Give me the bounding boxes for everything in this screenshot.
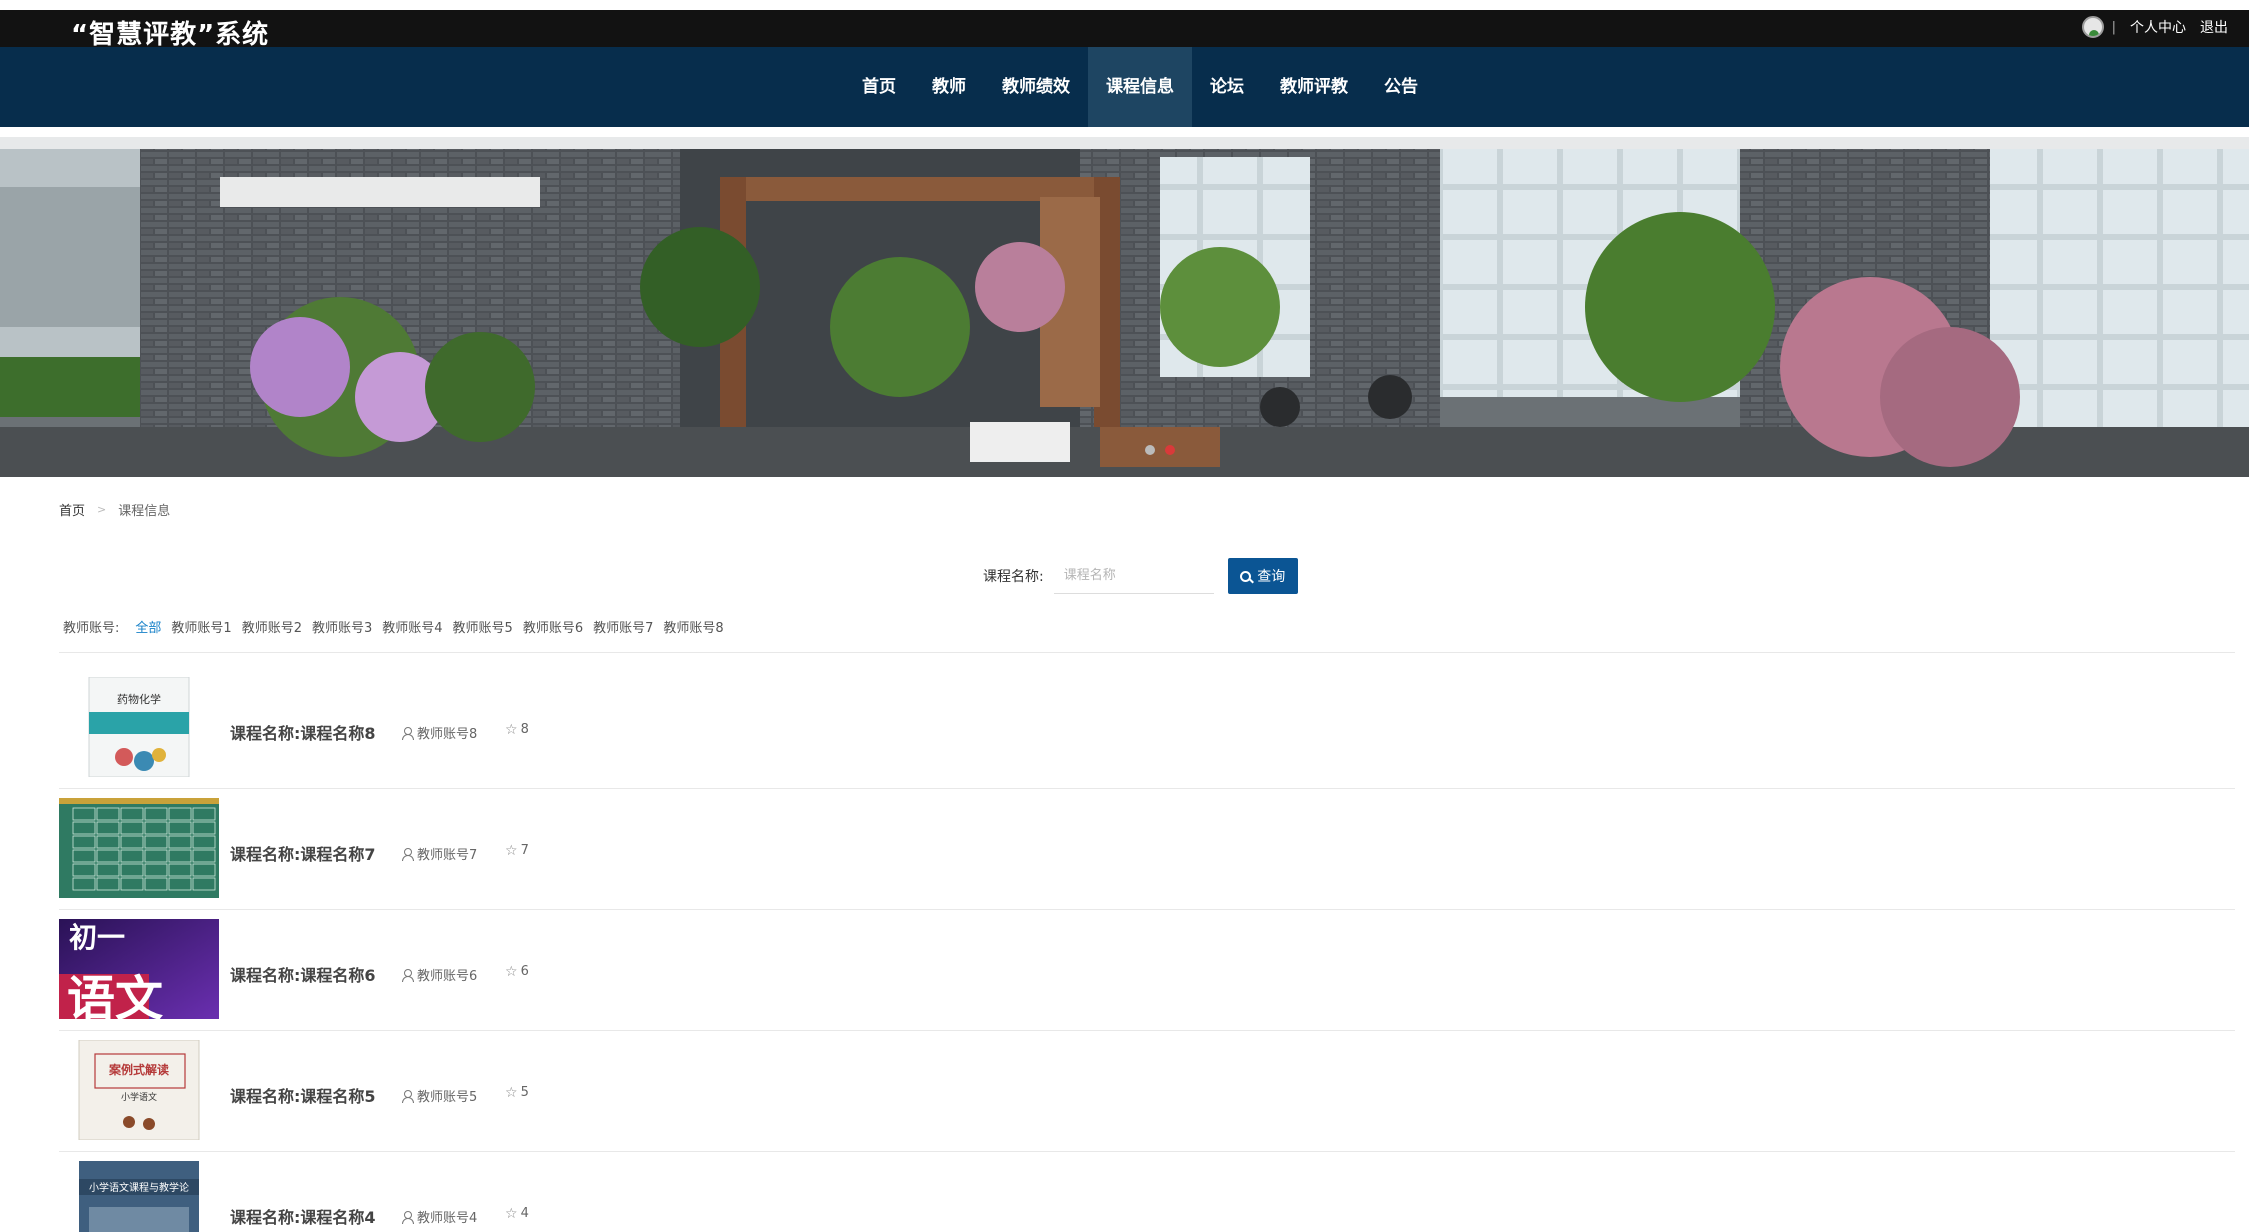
filter-option[interactable]: 全部 [135,617,161,636]
search-icon [1240,570,1252,582]
filter-option[interactable]: 教师账号4 [382,617,442,636]
person-icon [402,726,414,740]
course-thumbnail[interactable]: 案例式解读 小学语文 [59,1040,219,1140]
logout-link[interactable]: 退出 [2200,17,2228,37]
course-teacher-label: 教师账号8 [417,727,478,742]
course-thumbnail[interactable] [59,798,219,898]
course-teacher: 教师账号5 [402,1086,477,1105]
personal-center-link[interactable]: 个人中心 [2130,17,2186,37]
main-nav: 首页 教师 教师绩效 课程信息 论坛 教师评教 公告 [0,47,2249,127]
course-score: ☆ 8 [505,722,529,737]
person-icon [402,1210,414,1224]
course-name-search-input[interactable] [1053,558,1214,594]
filter-option[interactable]: 教师账号1 [171,617,231,636]
nav-list: 首页 教师 教师绩效 课程信息 论坛 教师评教 公告 [844,47,1436,127]
breadcrumb-current: 课程信息 [118,504,171,519]
filter-option[interactable]: 教师账号3 [312,617,372,636]
search-bar: 课程名称: 查询 [983,558,1298,594]
banner-courtyard-illustration [0,137,2249,477]
course-row[interactable]: 案例式解读 小学语文 课程名称:课程名称5 教师账号5 ☆ 5 [59,1031,2235,1152]
breadcrumb: 首页 > 课程信息 [59,500,170,519]
filter-option[interactable]: 教师账号7 [593,617,653,636]
user-area: | 个人中心 退出 [2081,16,2228,38]
course-score: ☆ 6 [505,964,529,979]
nav-item[interactable]: 教师评教 [1262,47,1366,127]
nav-item[interactable]: 课程信息 [1088,47,1192,127]
course-teacher-label: 教师账号6 [417,969,478,984]
nav-item[interactable]: 公告 [1366,47,1436,127]
search-label: 课程名称: [983,569,1044,585]
breadcrumb-separator: > [97,503,107,516]
search-button[interactable]: 查询 [1227,558,1298,594]
course-title[interactable]: 课程名称:课程名称4 [230,1204,376,1228]
course-thumbnail[interactable]: 药物化学 [59,677,219,777]
nav-item[interactable]: 论坛 [1192,47,1262,127]
course-title[interactable]: 课程名称:课程名称7 [230,841,376,865]
svg-text:药物化学: 药物化学 [117,692,161,706]
nav-item[interactable]: 首页 [844,47,914,127]
course-title[interactable]: 课程名称:课程名称5 [230,1083,376,1107]
course-teacher: 教师账号7 [402,844,477,863]
search-button-label: 查询 [1257,569,1286,585]
person-icon [402,968,414,982]
breadcrumb-home[interactable]: 首页 [59,500,85,519]
course-score-value: 4 [520,1206,529,1221]
course-thumbnail[interactable]: 初一 语文 [59,919,219,1019]
course-title[interactable]: 课程名称:课程名称8 [230,720,376,744]
star-icon: ☆ [505,721,518,738]
course-row[interactable]: 课程名称:课程名称7 教师账号7 ☆ 7 [59,789,2235,910]
svg-text:小学语文: 小学语文 [121,1091,157,1103]
course-thumbnail[interactable]: 小学语文课程与教学论 [59,1161,219,1232]
star-icon: ☆ [505,1205,518,1222]
separator: | [2111,19,2116,35]
filter-label: 教师账号: [63,621,120,636]
course-teacher-label: 教师账号7 [417,848,478,863]
course-score-value: 5 [520,1085,529,1100]
nav-item[interactable]: 教师绩效 [984,47,1088,127]
person-icon [402,847,414,861]
filter-option[interactable]: 教师账号6 [523,617,583,636]
course-row[interactable]: 初一 语文 课程名称:课程名称6 教师账号6 ☆ 6 [59,910,2235,1031]
course-teacher-label: 教师账号5 [417,1090,478,1105]
course-title[interactable]: 课程名称:课程名称6 [230,962,376,986]
avatar-icon[interactable] [2081,16,2104,38]
star-icon: ☆ [505,963,518,980]
top-bar: “智慧评教”系统 | 个人中心 退出 [0,10,2249,50]
course-row[interactable]: 小学语文课程与教学论 课程名称:课程名称4 教师账号4 ☆ 4 [59,1152,2235,1232]
star-icon: ☆ [505,1084,518,1101]
course-teacher: 教师账号6 [402,965,477,984]
course-score-value: 7 [520,843,529,858]
course-row[interactable]: 药物化学 课程名称:课程名称8 教师账号8 ☆ 8 [59,668,2235,789]
svg-text:初一: 初一 [69,921,125,954]
course-teacher: 教师账号8 [402,723,477,742]
teacher-filter: 教师账号: 全部 教师账号1 教师账号2 教师账号3 教师账号4 教师账号5 教师账号6 教师… [63,617,734,636]
nav-item[interactable]: 教师 [914,47,984,127]
course-score: ☆ 5 [505,1085,529,1100]
star-icon: ☆ [505,842,518,859]
filter-option[interactable]: 教师账号2 [242,617,302,636]
person-icon [402,1089,414,1103]
svg-text:语文: 语文 [67,971,163,1019]
svg-text:案例式解读: 案例式解读 [108,1062,169,1077]
banner-image [0,137,2249,477]
svg-text:小学语文课程与教学论: 小学语文课程与教学论 [89,1181,189,1194]
site-title: “智慧评教”系统 [71,20,270,50]
filter-option[interactable]: 教师账号5 [453,617,513,636]
course-score: ☆ 7 [505,843,529,858]
course-score: ☆ 4 [505,1206,529,1221]
filter-option[interactable]: 教师账号8 [663,617,723,636]
filter-divider [59,652,2235,653]
course-score-value: 8 [520,722,529,737]
course-teacher-label: 教师账号4 [417,1211,478,1226]
course-teacher: 教师账号4 [402,1207,477,1226]
course-score-value: 6 [520,964,529,979]
